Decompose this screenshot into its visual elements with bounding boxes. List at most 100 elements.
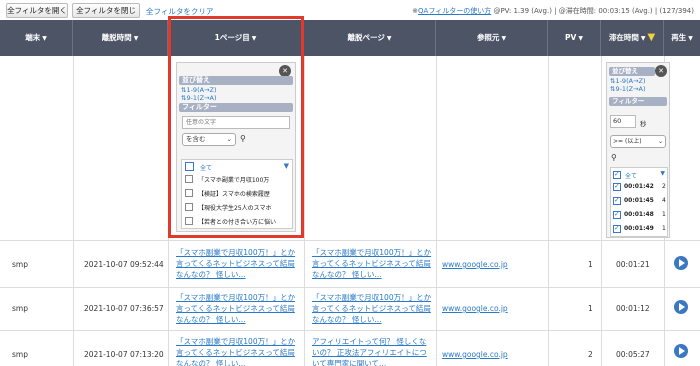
- referrer-link[interactable]: www.google.co.jp: [442, 260, 508, 269]
- column-label: 1ページ目: [214, 33, 250, 42]
- column-header-referrer[interactable]: 参照元 ▼: [436, 20, 548, 56]
- column-divider: [436, 56, 437, 366]
- filter-funnel-icon[interactable]: ▼: [647, 32, 655, 43]
- condition-select-value: を含む: [186, 135, 206, 143]
- leave-time-cell: 2021-10-07 09:52:44: [84, 260, 164, 269]
- leave-time-cell: 2021-10-07 07:13:20: [84, 350, 164, 359]
- device-cell: smp: [12, 260, 28, 269]
- select-all-row[interactable]: [613, 170, 621, 179]
- sort-down-icon: ▼: [501, 35, 507, 42]
- checkbox[interactable]: [613, 196, 621, 205]
- list-item[interactable]: [185, 202, 193, 211]
- close-all-filters-button[interactable]: 全フィルタを閉じる: [72, 3, 140, 28]
- column-label: 参照元: [476, 33, 500, 42]
- first-page-link[interactable]: 「スマホ副業で月収100万！」とか言ってくるネットビジネスって結局なんなの？ 怪…: [176, 247, 296, 280]
- stay-time-cell: 00:01:21: [616, 260, 650, 269]
- search-icon[interactable]: ⚲: [611, 153, 617, 162]
- option-label: 00:01:42: [624, 183, 654, 190]
- sort-asc-link[interactable]: ⇅1-9(A→Z): [610, 77, 646, 85]
- sort-desc-link[interactable]: ⇅9-1(Z→A): [610, 85, 646, 93]
- option-label: 「スマホ副業で月収100万: [198, 177, 270, 184]
- checkbox[interactable]: [613, 170, 621, 179]
- select-all-row[interactable]: [185, 162, 194, 171]
- exit-page-link[interactable]: 「スマホ副業で月収100万！」とか言ってくるネットビジネスって結局なんなの？ 怪…: [312, 247, 432, 280]
- list-item[interactable]: [613, 196, 621, 205]
- close-icon[interactable]: ✕: [655, 65, 667, 77]
- condition-select[interactable]: を含む ⌄: [182, 133, 236, 146]
- leave-time-cell: 2021-10-07 07:36:57: [84, 304, 164, 313]
- column-header-first-page[interactable]: 1ページ目 ▼: [168, 20, 304, 56]
- play-icon[interactable]: [674, 300, 688, 314]
- column-label: 滞在時間: [608, 33, 639, 42]
- column-header-leave-time[interactable]: 離脱時間 ▼: [73, 20, 168, 56]
- first-page-filter-panel: ✕ 並び替え ⇅1-9(A→Z) ⇅9-1(Z→A) フィルター を含む ⌄ ⚲…: [176, 62, 296, 232]
- device-cell: smp: [12, 304, 28, 313]
- option-label: 【検証】スマホの検索履歴: [198, 191, 270, 198]
- column-divider: [601, 56, 602, 366]
- list-item[interactable]: [613, 224, 621, 233]
- column-divider: [548, 56, 549, 366]
- sort-asc-link[interactable]: ⇅1-9(A→Z): [181, 86, 217, 94]
- list-item[interactable]: [185, 216, 193, 225]
- clear-all-filters-link[interactable]: 全フィルタをクリア: [146, 6, 213, 17]
- list-item[interactable]: [613, 182, 621, 191]
- seconds-unit: 秒: [640, 120, 647, 128]
- condition-select[interactable]: >= (以上) ⌄: [610, 135, 666, 148]
- list-item[interactable]: [613, 210, 621, 219]
- checkbox[interactable]: [185, 202, 193, 211]
- option-count: 4: [662, 197, 666, 204]
- sort-desc-link[interactable]: ⇅9-1(Z→A): [181, 94, 217, 102]
- column-label: PV: [565, 33, 577, 42]
- play-icon[interactable]: [674, 344, 688, 358]
- option-label: 00:01:45: [624, 197, 654, 204]
- open-all-filters-button[interactable]: 全フィルタを開く: [6, 3, 68, 18]
- column-header-exit-page[interactable]: 離脱ページ ▼: [304, 20, 436, 56]
- pv-cell: 1: [588, 260, 593, 269]
- column-header-replay[interactable]: 再生 ▼: [664, 20, 700, 56]
- sort-section-title: 並び替え: [609, 67, 655, 76]
- sort-down-icon: ▼: [42, 35, 47, 42]
- select-all-label: 全て: [200, 165, 213, 172]
- chevron-down-icon: ⌄: [226, 135, 232, 143]
- referrer-link[interactable]: www.google.co.jp: [442, 350, 508, 359]
- column-divider: [168, 56, 169, 366]
- stay-time-filter-panel: ✕ 並び替え ⇅1-9(A→Z) ⇅9-1(Z→A) フィルター 60 秒 >=…: [606, 62, 670, 238]
- pv-cell: 2: [588, 350, 593, 359]
- filter-section-title: フィルター: [609, 97, 667, 106]
- first-page-link[interactable]: 「スマホ副業で月収100万！」とか言ってくるネットビジネスって結局なんなの？ 怪…: [176, 336, 296, 366]
- dropdown-arrow-icon[interactable]: ▼: [660, 170, 665, 177]
- column-header-pv[interactable]: PV ▼: [548, 20, 601, 56]
- option-list: 全て ▼ 00:01:42 2 00:01:45 4 00:01:48 1 00…: [610, 167, 668, 237]
- pv-cell: 1: [588, 304, 593, 313]
- first-page-link[interactable]: 「スマホ副業で月収100万！」とか言ってくるネットビジネスって結局なんなの？ 怪…: [176, 292, 296, 325]
- sort-down-icon: ▼: [251, 35, 257, 42]
- list-item[interactable]: [185, 188, 193, 197]
- column-label: 端末: [25, 33, 41, 42]
- option-label: 【若者との付き合い方に悩い: [198, 219, 276, 226]
- checkbox[interactable]: [185, 174, 193, 183]
- qa-filter-help-link[interactable]: QAフィルターの使い方: [418, 7, 491, 15]
- dropdown-arrow-icon[interactable]: ▼: [284, 162, 289, 170]
- checkbox[interactable]: [613, 182, 621, 191]
- column-header-stay-time[interactable]: 滞在時間 ▼ ▼: [601, 20, 664, 56]
- search-icon[interactable]: ⚲: [240, 134, 246, 143]
- play-icon[interactable]: [674, 256, 688, 270]
- exit-page-link[interactable]: 「スマホ副業で月収100万！」とか言ってくるネットビジネスって結局なんなの？ 怪…: [312, 292, 432, 325]
- exit-page-link[interactable]: アフィリエイトって何？ 怪しくないの？ 正攻法アフィリエイトについて専門家に聞い…: [312, 336, 432, 366]
- row-divider: [0, 287, 700, 288]
- checkbox[interactable]: [185, 188, 193, 197]
- list-item[interactable]: [185, 174, 193, 183]
- referrer-link[interactable]: www.google.co.jp: [442, 304, 508, 313]
- search-input[interactable]: [182, 116, 290, 129]
- checkbox[interactable]: [613, 210, 621, 219]
- column-label: 再生: [671, 33, 687, 42]
- checkbox[interactable]: [185, 216, 193, 225]
- checkbox[interactable]: [613, 224, 621, 233]
- condition-select-value: >= (以上): [613, 138, 642, 145]
- option-list: 全て ▼ 「スマホ副業で月収100万 【検証】スマホの検索履歴 【現役大学生25…: [181, 159, 293, 229]
- column-divider: [73, 56, 74, 366]
- checkbox[interactable]: [185, 162, 194, 171]
- column-header-device[interactable]: 端末 ▼: [0, 20, 73, 56]
- column-label: 離脱ページ: [347, 33, 385, 42]
- seconds-input[interactable]: 60: [610, 115, 636, 128]
